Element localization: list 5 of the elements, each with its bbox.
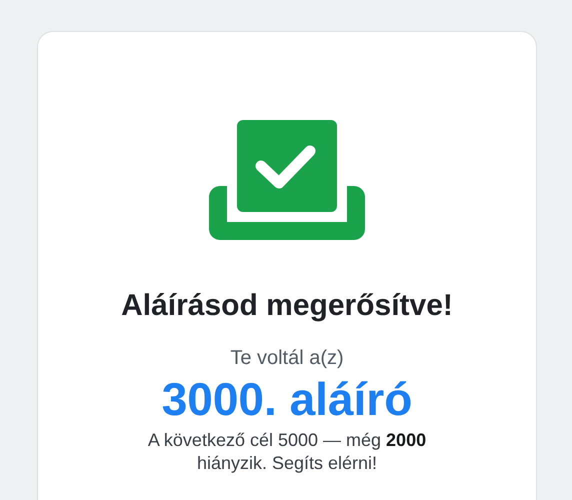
checkmark-tray-icon [209,120,365,240]
confirmation-title: Aláírásod megerősítve! [121,288,453,324]
signature-count: 3000. aláíró [162,373,412,425]
goal-note: A következő cél 5000 — még 2000 hiányzik. Segíts elérni! [146,429,428,475]
subtitle: Te voltál a(z) [230,346,344,371]
